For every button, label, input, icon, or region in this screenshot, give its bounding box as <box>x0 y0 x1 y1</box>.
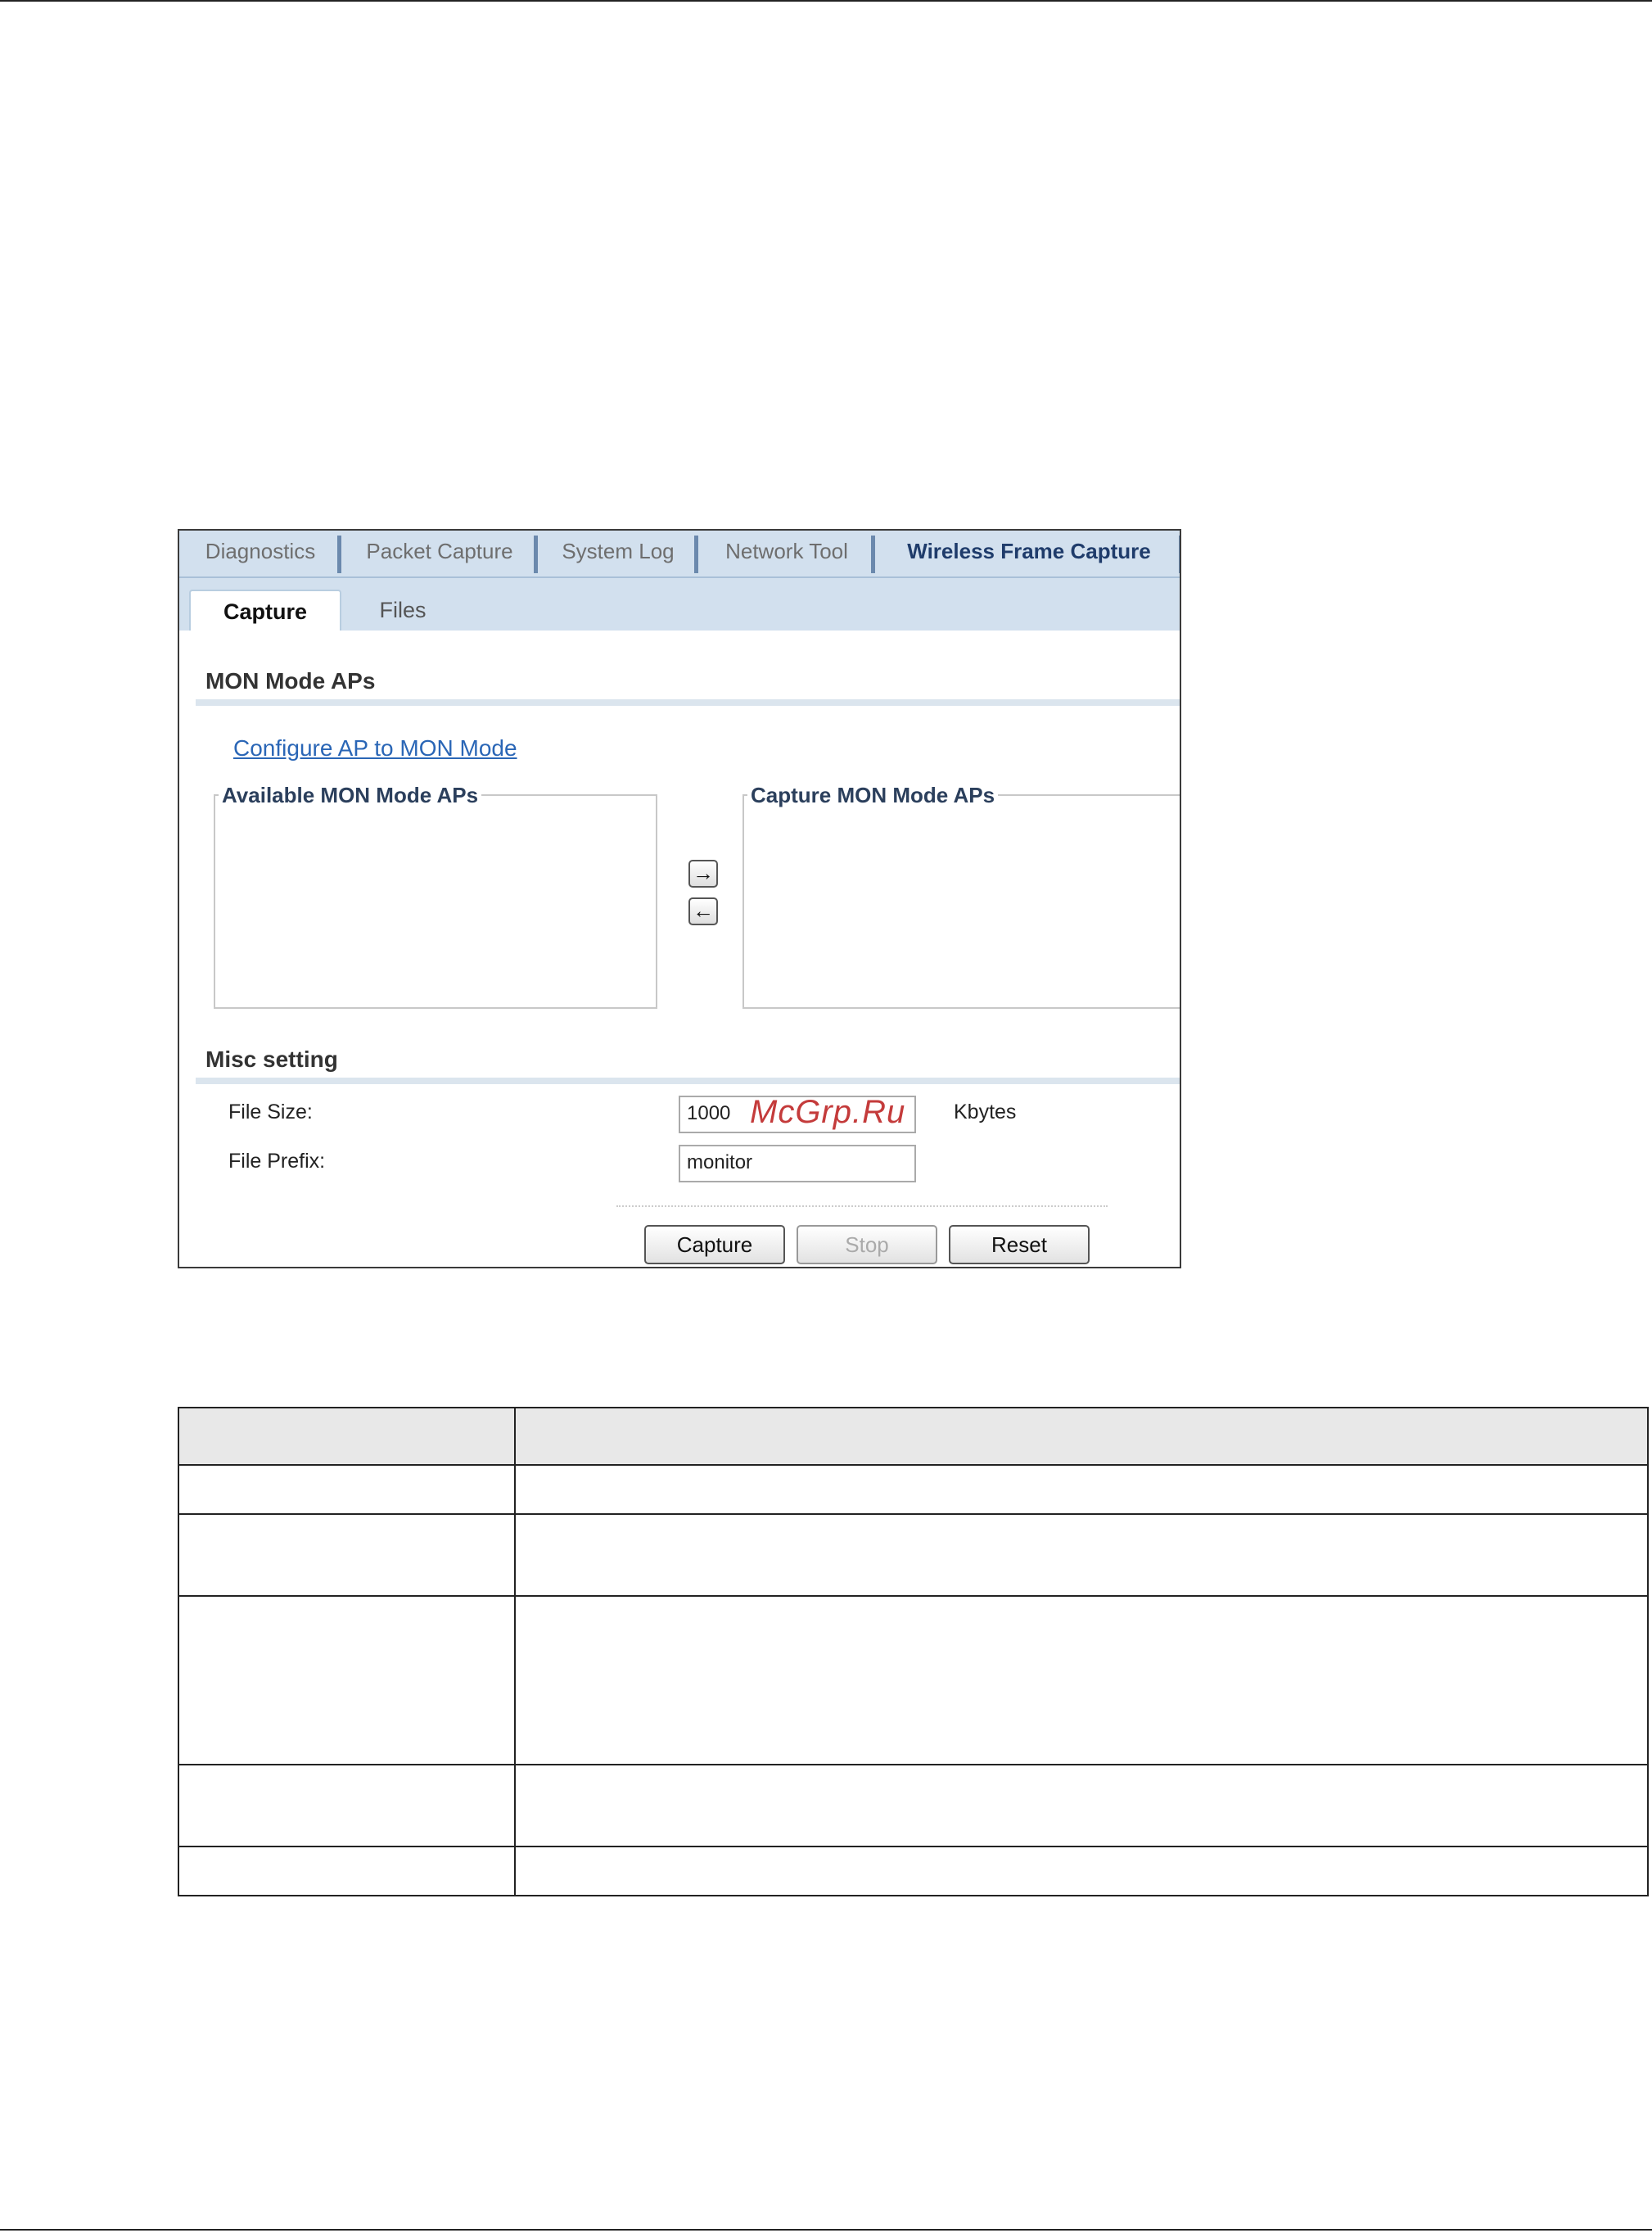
right-arrow-icon[interactable]: → <box>688 860 718 888</box>
mon-section-title: MON Mode APs <box>205 668 376 694</box>
capture-button[interactable]: Capture <box>644 1225 785 1264</box>
reset-button[interactable]: Reset <box>949 1225 1090 1264</box>
capture-aps-list[interactable]: Capture MON Mode APs <box>742 783 1180 1009</box>
stop-button[interactable]: Stop <box>797 1225 937 1264</box>
section-divider <box>196 699 1180 706</box>
file-prefix-label: File Prefix: <box>228 1150 326 1173</box>
bottom-rule <box>0 2229 1652 2231</box>
table-cell <box>514 1513 1649 1597</box>
table-row <box>178 1764 1649 1847</box>
table-row <box>178 1846 1649 1896</box>
top-rule <box>0 0 1652 2</box>
watermark: McGrp.Ru <box>750 1094 906 1130</box>
tab-wireless-frame-capture[interactable]: Wireless Frame Capture <box>875 531 1180 576</box>
table-header-cell <box>178 1407 516 1466</box>
sub-tab-bar: Capture Files <box>179 578 1180 631</box>
table-header-row <box>178 1407 1649 1466</box>
subtab-capture[interactable]: Capture <box>189 590 341 631</box>
tab-packet-capture[interactable]: Packet Capture <box>341 531 538 576</box>
table-cell <box>514 1464 1649 1515</box>
table-cell <box>178 1464 516 1515</box>
file-prefix-input[interactable]: monitor <box>679 1145 916 1182</box>
table-cell <box>178 1764 516 1847</box>
file-size-label: File Size: <box>228 1101 313 1123</box>
capture-aps-label: Capture MON Mode APs <box>747 783 999 808</box>
screenshot-frame: Diagnostics Packet Capture System Log Ne… <box>178 529 1181 1268</box>
tab-diagnostics[interactable]: Diagnostics <box>179 531 341 576</box>
table-row <box>178 1464 1649 1515</box>
table-row <box>178 1513 1649 1597</box>
main-tab-bar: Diagnostics Packet Capture System Log Ne… <box>179 531 1180 578</box>
button-divider <box>616 1205 1108 1207</box>
table-cell <box>514 1595 1649 1765</box>
table-cell <box>178 1846 516 1896</box>
tab-system-log[interactable]: System Log <box>538 531 698 576</box>
available-aps-label: Available MON Mode APs <box>219 783 482 808</box>
subtab-files[interactable]: Files <box>341 590 464 631</box>
configure-ap-link[interactable]: Configure AP to MON Mode <box>233 735 517 762</box>
table-header-cell <box>514 1407 1649 1466</box>
table-cell <box>514 1764 1649 1847</box>
table-cell <box>514 1846 1649 1896</box>
table-cell <box>178 1595 516 1765</box>
section-divider <box>196 1078 1180 1084</box>
available-aps-list[interactable]: Available MON Mode APs <box>214 783 657 1009</box>
table-cell <box>178 1513 516 1597</box>
table-row <box>178 1595 1649 1765</box>
misc-section-title: Misc setting <box>205 1046 338 1072</box>
tab-network-tool[interactable]: Network Tool <box>698 531 875 576</box>
left-arrow-icon[interactable]: ← <box>688 897 718 925</box>
file-size-unit: Kbytes <box>954 1101 1017 1123</box>
description-table <box>178 1407 1649 1896</box>
